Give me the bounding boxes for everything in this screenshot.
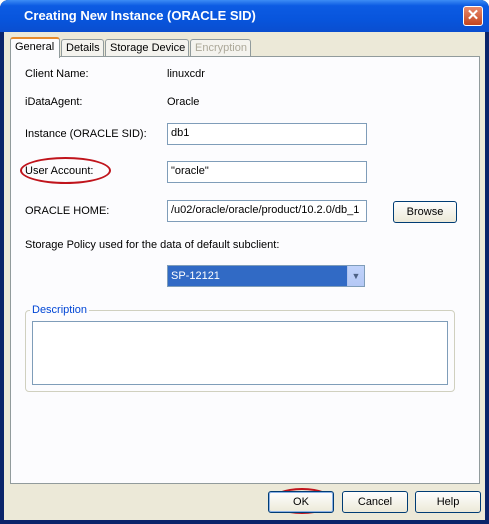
user-account-label: User Account: bbox=[25, 165, 94, 177]
instance-input[interactable]: db1 bbox=[167, 123, 367, 145]
window-title: Creating New Instance (ORACLE SID) bbox=[24, 8, 256, 23]
idataagent-value: Oracle bbox=[167, 96, 200, 108]
instance-label: Instance (ORACLE SID): bbox=[25, 128, 147, 140]
chevron-down-icon[interactable]: ▼ bbox=[347, 266, 364, 286]
oracle-home-label: ORACLE HOME: bbox=[25, 205, 110, 217]
oracle-home-input[interactable]: /u02/oracle/oracle/product/10.2.0/db_1 bbox=[167, 200, 367, 222]
storage-policy-label: Storage Policy used for the data of defa… bbox=[25, 239, 280, 251]
close-icon[interactable]: ✕ bbox=[463, 6, 483, 26]
general-tab-panel: Client Name: linuxcdr iDataAgent: Oracle… bbox=[10, 56, 480, 484]
description-group: Description bbox=[25, 304, 455, 392]
cancel-button[interactable]: Cancel bbox=[342, 491, 408, 513]
dialog-window: Creating New Instance (ORACLE SID) ✕ Gen… bbox=[0, 0, 489, 524]
tab-encryption: Encryption bbox=[190, 39, 251, 56]
description-textarea[interactable] bbox=[32, 321, 448, 385]
tab-general[interactable]: General bbox=[10, 37, 60, 58]
user-account-input[interactable]: "oracle" bbox=[167, 161, 367, 183]
dialog-body: General Details Storage Device Encryptio… bbox=[4, 32, 485, 520]
idataagent-label: iDataAgent: bbox=[25, 96, 83, 108]
title-bar[interactable]: Creating New Instance (ORACLE SID) ✕ bbox=[0, 0, 489, 32]
help-button[interactable]: Help bbox=[415, 491, 481, 513]
client-name-value: linuxcdr bbox=[167, 68, 205, 80]
storage-policy-select[interactable]: SP-12121 ▼ bbox=[167, 265, 365, 287]
client-name-label: Client Name: bbox=[25, 68, 89, 80]
tab-details[interactable]: Details bbox=[61, 39, 104, 56]
browse-button[interactable]: Browse bbox=[393, 201, 457, 223]
ok-button[interactable]: OK bbox=[268, 491, 334, 513]
tab-storage-device[interactable]: Storage Device bbox=[105, 39, 189, 56]
storage-policy-value: SP-12121 bbox=[171, 270, 220, 282]
description-label: Description bbox=[30, 304, 90, 316]
